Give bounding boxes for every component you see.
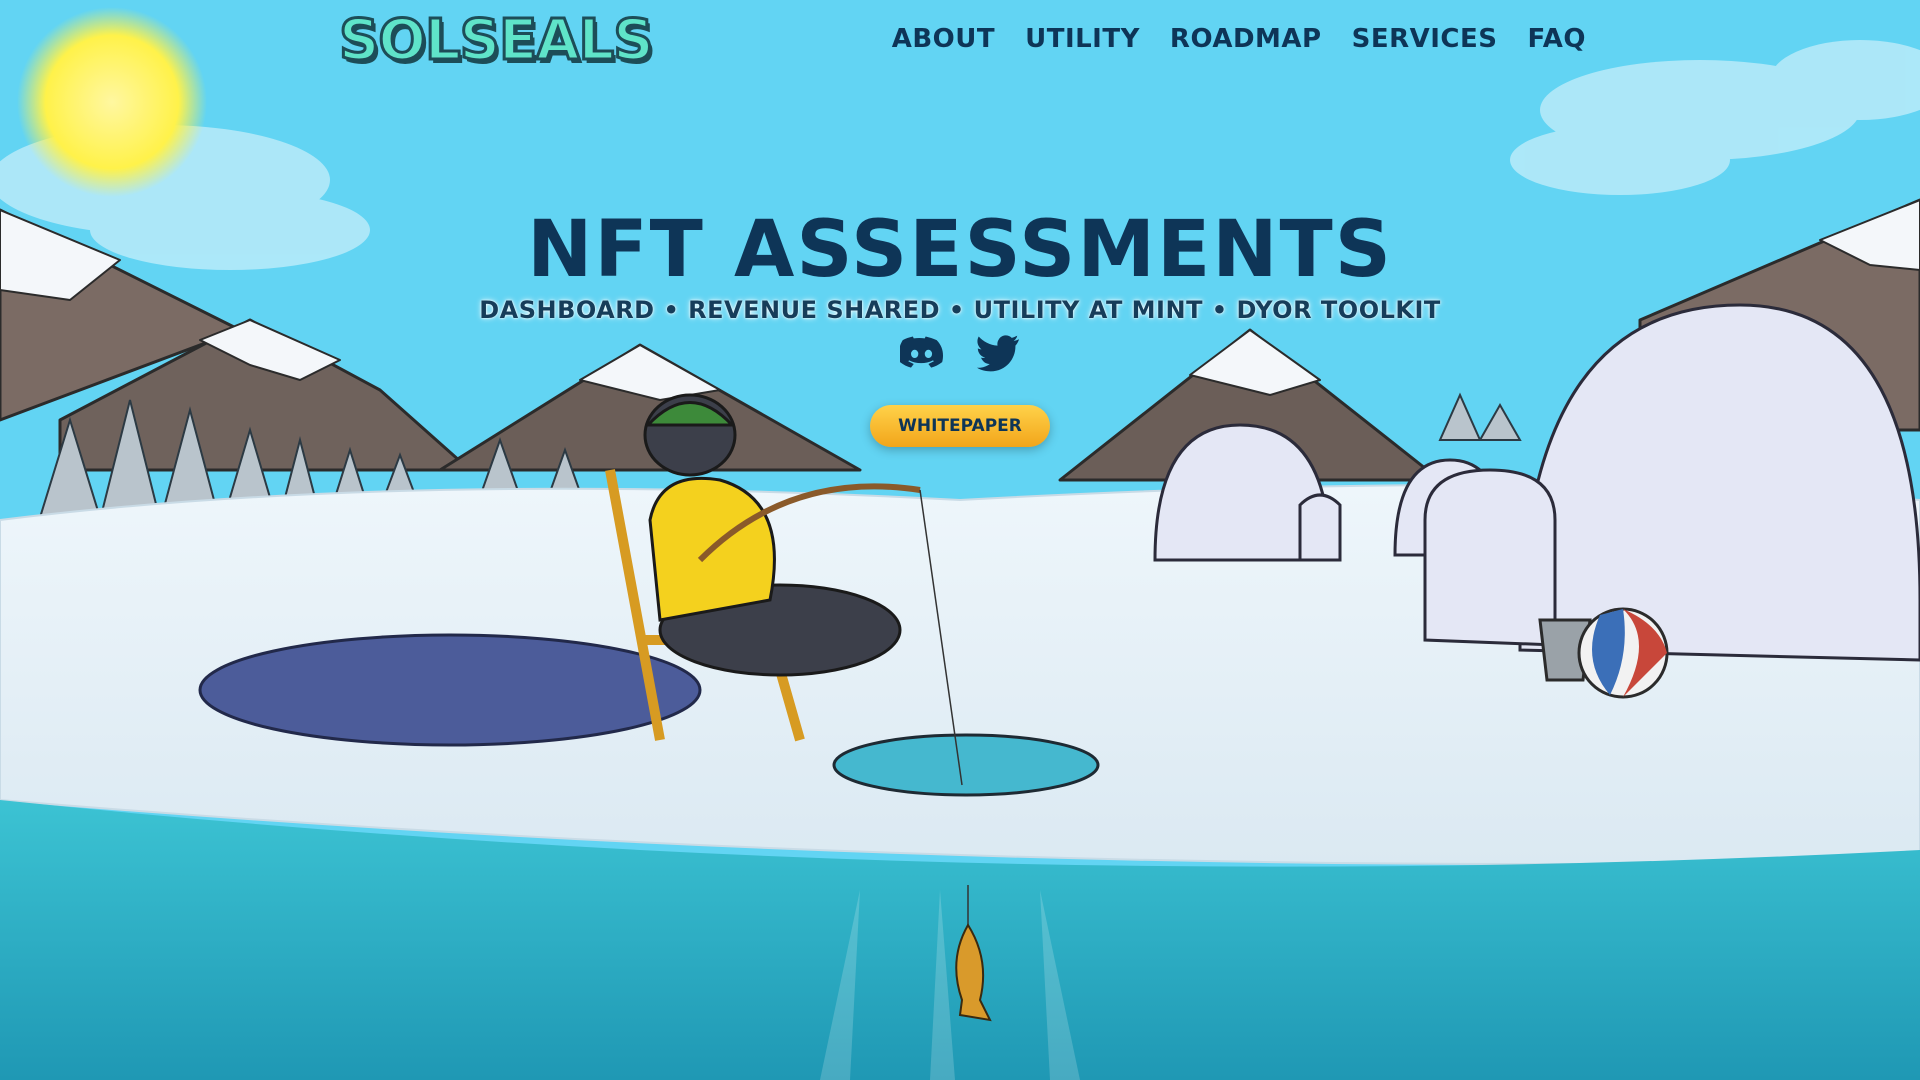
discord-icon[interactable] (900, 333, 944, 373)
background-illustration (0, 7, 1920, 1080)
sun (17, 7, 207, 197)
nav-services[interactable]: SERVICES (1352, 24, 1498, 54)
hero-subtitle: DASHBOARD • REVENUE SHARED • UTILITY AT … (479, 296, 1441, 324)
nav-utility[interactable]: UTILITY (1025, 24, 1140, 54)
solseals-logo[interactable]: SOLSEALS (338, 7, 656, 75)
nav-about[interactable]: ABOUT (892, 24, 995, 54)
fishing-hole (832, 733, 1100, 797)
hero-title: NFT ASSESSMENTS (527, 205, 1393, 295)
main-navigation: ABOUT UTILITY ROADMAP SERVICES FAQ (892, 24, 1586, 54)
social-links (0, 333, 1920, 373)
twitter-icon[interactable] (976, 333, 1020, 373)
nav-roadmap[interactable]: ROADMAP (1170, 24, 1322, 54)
whitepaper-button[interactable]: WHITEPAPER (870, 405, 1050, 447)
fish-pile (198, 633, 702, 747)
nav-faq[interactable]: FAQ (1527, 24, 1586, 54)
